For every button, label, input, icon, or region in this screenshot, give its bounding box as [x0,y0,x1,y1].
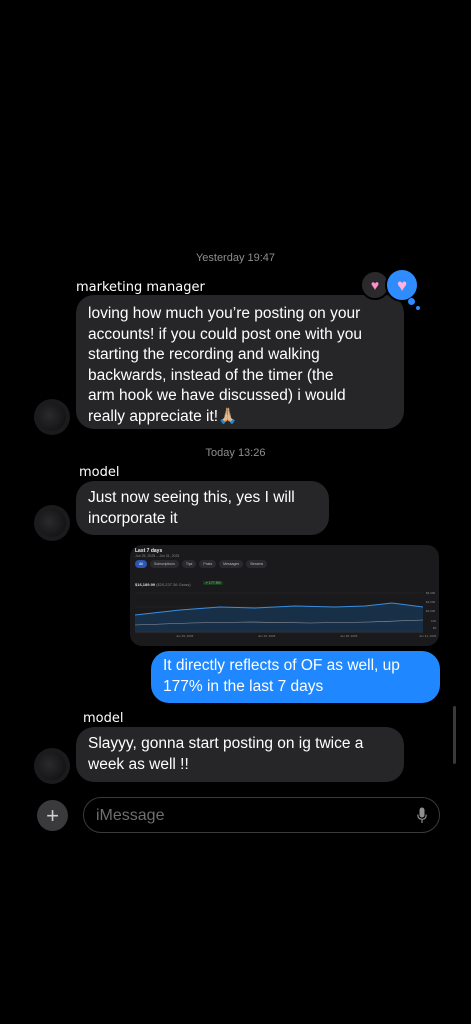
message-line: accounts! if you could post one with you [88,325,362,343]
avatar[interactable] [34,748,70,784]
message-line: Slayyy, gonna start posting on ig twice … [88,735,364,752]
x-tick-label: Jun 26, 2025 [258,634,276,638]
y-tick-label: $6,000 [426,591,436,595]
earnings-chart: $6,000 $4,000 $2,000 100 $0 Jun 25, 2025… [134,591,437,638]
tapback-heart-mine[interactable]: ♥ [385,268,419,302]
mic-icon[interactable] [417,807,427,824]
message-bubble-incoming[interactable]: Slayyy, gonna start posting on ig twice … [76,727,404,782]
message-line: week as well !! [88,755,189,773]
message-line: 177% in the last 7 days [163,677,324,695]
message-line: starting the recording and walking [88,346,320,363]
message-input[interactable]: iMessage [83,797,440,833]
y-tick-label: 100 [431,619,436,623]
message-placeholder: iMessage [96,807,165,824]
avatar[interactable] [34,399,70,435]
y-tick-label: $0 [433,626,437,630]
y-tick-label: $2,000 [426,609,436,613]
tapback-tail [408,298,415,305]
message-bubble-incoming[interactable]: Just now seeing this, yes I will incorpo… [76,481,329,535]
timestamp-yesterday: Yesterday 19:47 [195,252,276,264]
message-line: backwards, instead of the timer (the [88,366,334,384]
timestamp-today: Today 13:26 [205,447,266,459]
message-line: It directly reflects of OF as well, up [163,657,400,674]
tapback-tail [416,306,420,310]
plus-button[interactable]: + [37,800,68,831]
message-bubble-outgoing[interactable]: It directly reflects of OF as well, up 1… [151,651,440,703]
message-line: loving how much you’re posting on your [88,305,361,322]
avatar[interactable] [34,505,70,541]
x-tick-label: Jun 25, 2025 [176,634,194,638]
area-series [135,603,423,632]
heart-icon: ♥ [396,275,408,295]
message-bubble-incoming[interactable]: loving how much you’re posting on your a… [76,295,404,429]
message-line: really appreciate it!🙏🏼 [88,407,238,425]
y-tick-label: $4,000 [426,600,436,604]
message-line: incorporate it [88,509,178,527]
x-tick-label: Jun 28, 2025 [340,634,358,638]
heart-icon: ♥ [370,277,380,293]
plus-icon: + [46,802,59,828]
image-attachment[interactable]: Last 7 days Jun 25, 2025 – Jun 31, 2025 … [130,545,439,646]
sender-name: model [83,711,124,726]
sender-name: model [79,465,120,480]
scroll-indicator[interactable] [453,706,456,764]
sender-name: marketing manager [76,280,205,295]
message-line: arm hook we have discussed) i would [88,387,346,404]
x-tick-label: Jun 31, 2025 [419,634,437,638]
message-line: Just now seeing this, yes I will [88,489,295,506]
